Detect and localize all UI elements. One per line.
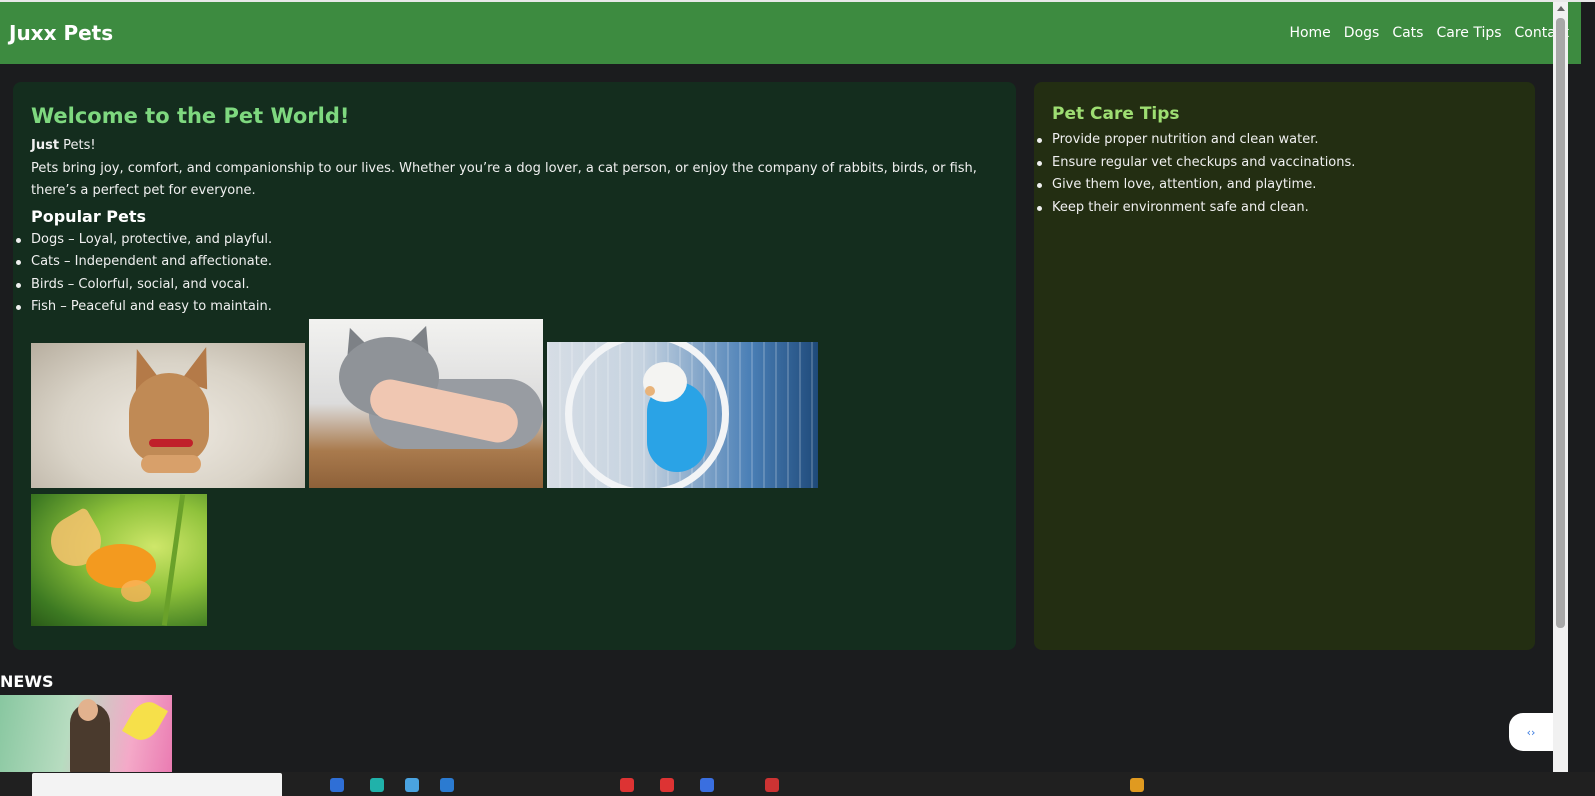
scrollbar-thumb[interactable] [1556, 18, 1565, 628]
list-item: Cats – Independent and affectionate. [16, 251, 998, 274]
news-person-face [78, 699, 98, 721]
popular-pets-heading: Popular Pets [31, 206, 147, 226]
list-item: Fish – Peaceful and easy to maintain. [16, 296, 998, 319]
tagline-rest: Pets! [59, 138, 96, 153]
bird-image [547, 342, 818, 488]
news-heading: NEWS [0, 672, 54, 691]
list-item: Provide proper nutrition and clean water… [1037, 129, 1517, 152]
list-item: Dogs – Loyal, protective, and playful. [16, 229, 998, 252]
dog-collar [149, 439, 193, 447]
news-image[interactable] [0, 695, 172, 775]
list-item: Birds – Colorful, social, and vocal. [16, 274, 998, 297]
taskbar-app-icon[interactable] [370, 778, 384, 792]
dog-body [129, 373, 209, 463]
taskbar-app-icon[interactable] [405, 778, 419, 792]
list-item: Give them love, attention, and playtime. [1037, 174, 1517, 197]
taskbar-search-field[interactable] [32, 773, 282, 796]
care-tips-card: Pet Care Tips Provide proper nutrition a… [1034, 82, 1535, 650]
popular-pets-list: Dogs – Loyal, protective, and playful. C… [16, 229, 998, 319]
taskbar-app-icon[interactable] [620, 778, 634, 792]
dog-paws [141, 455, 201, 473]
page-title: Welcome to the Pet World! [31, 104, 350, 128]
taskbar-tray-icon[interactable] [1130, 778, 1144, 792]
taskbar-app-icon[interactable] [700, 778, 714, 792]
taskbar-app-icon[interactable] [765, 778, 779, 792]
plant-stem [161, 494, 186, 626]
tagline: Just Pets! [31, 135, 998, 158]
vertical-scrollbar[interactable] [1553, 2, 1568, 796]
navbar: Juxx Pets Home Dogs Cats Care Tips Conta… [0, 2, 1581, 64]
care-tips-list: Provide proper nutrition and clean water… [1037, 129, 1517, 220]
taskbar-app-icon[interactable] [660, 778, 674, 792]
fish-fin [121, 580, 151, 602]
taskbar-app-icon[interactable] [440, 778, 454, 792]
parakeet-beak [645, 386, 655, 396]
scroll-up-icon[interactable] [1557, 6, 1565, 11]
care-tips-title: Pet Care Tips [1052, 104, 1180, 124]
decor-leaf [122, 696, 168, 746]
nav-dogs[interactable]: Dogs [1344, 25, 1380, 41]
dog-image [31, 343, 305, 488]
fish-image [31, 494, 207, 626]
brand-logo[interactable]: Juxx Pets [9, 21, 113, 45]
intro-paragraph: Pets bring joy, comfort, and companionsh… [31, 160, 977, 199]
cat-image [309, 319, 543, 488]
nav-home[interactable]: Home [1289, 25, 1330, 41]
nav-cats[interactable]: Cats [1392, 25, 1423, 41]
expand-icon[interactable]: ‹› [1509, 713, 1553, 751]
os-taskbar [0, 772, 1595, 796]
list-item: Ensure regular vet checkups and vaccinat… [1037, 152, 1517, 175]
list-item: Keep their environment safe and clean. [1037, 197, 1517, 220]
goldfish-body [86, 544, 156, 588]
nav-links: Home Dogs Cats Care Tips Contact [1289, 25, 1569, 41]
nav-care-tips[interactable]: Care Tips [1436, 25, 1501, 41]
taskbar-app-icon[interactable] [330, 778, 344, 792]
tagline-bold: Just [31, 138, 60, 153]
parakeet-head [643, 362, 687, 402]
